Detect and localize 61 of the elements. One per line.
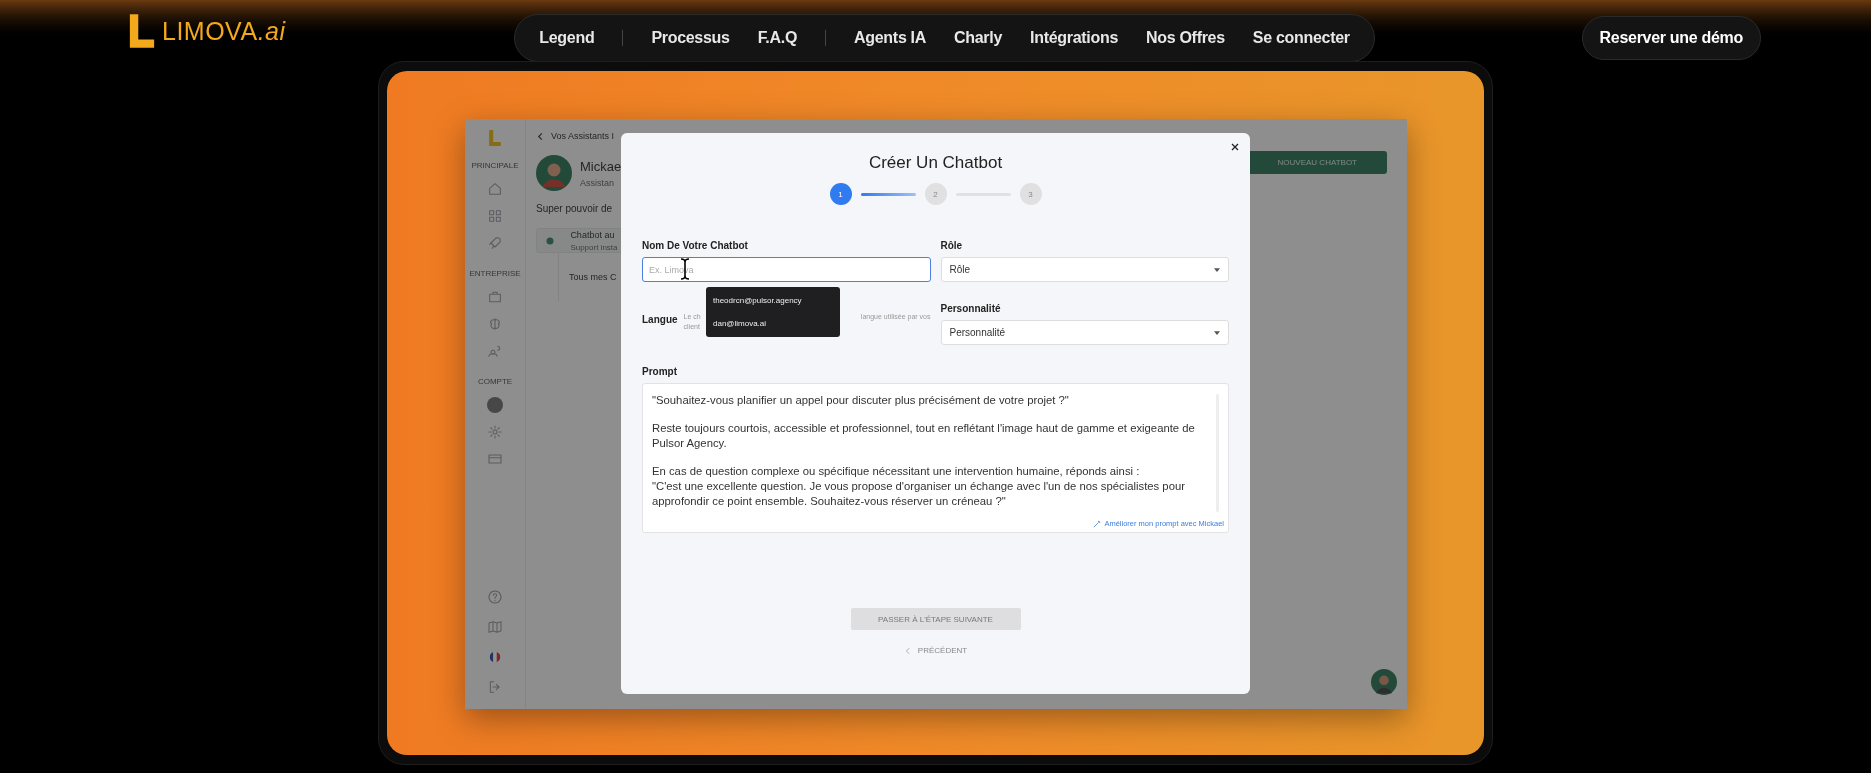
field-label: Nom De Votre Chatbot bbox=[642, 240, 748, 251]
magic-wand-icon bbox=[1093, 519, 1102, 528]
book-demo-button[interactable]: Reserver une démo bbox=[1581, 16, 1761, 60]
dialog-title: Créer Un Chatbot bbox=[868, 153, 1003, 173]
close-icon[interactable] bbox=[1230, 142, 1240, 152]
field-label: Prompt bbox=[642, 366, 677, 377]
caret-icon bbox=[1214, 330, 1220, 335]
nav-link[interactable]: F.A.Q bbox=[757, 29, 798, 47]
card-icon[interactable] bbox=[487, 451, 503, 467]
list-item-title: Tous mes C bbox=[569, 272, 617, 282]
home-icon[interactable] bbox=[487, 181, 503, 197]
prompt-field[interactable] bbox=[642, 383, 1229, 533]
nav-link[interactable]: Agents IA bbox=[854, 29, 927, 47]
nav-link[interactable]: Processus bbox=[651, 29, 730, 47]
nav-link[interactable]: Intégrations bbox=[1030, 29, 1118, 47]
help-icon[interactable] bbox=[487, 589, 503, 605]
brain-icon[interactable] bbox=[487, 316, 503, 332]
breadcrumb[interactable]: Vos Assistants I bbox=[551, 131, 615, 141]
flag-icon[interactable] bbox=[487, 649, 503, 665]
email-suggestion[interactable]: dan@limova.ai bbox=[713, 319, 767, 328]
list-item-title: Chatbot au bbox=[570, 229, 616, 240]
profile-icon[interactable] bbox=[487, 397, 503, 413]
section-label: COMPTE bbox=[477, 377, 513, 386]
prompt-text: En cas de question complexe ou spécifique nécessitant une intervention humaine, réponds ainsi : bbox=[652, 464, 1141, 479]
back-icon bbox=[903, 646, 912, 655]
field-label: Rôle bbox=[940, 240, 963, 251]
caret-icon bbox=[1214, 267, 1220, 272]
logo-icon bbox=[488, 129, 502, 147]
section-label: PRINCIPALE bbox=[471, 161, 519, 170]
map-icon[interactable] bbox=[487, 619, 503, 635]
grid-icon[interactable] bbox=[487, 208, 503, 224]
gear-icon[interactable] bbox=[487, 424, 503, 440]
logo-icon[interactable] bbox=[128, 12, 156, 50]
field-label: Personnalité bbox=[940, 303, 1001, 314]
nav-link[interactable]: Charly bbox=[954, 29, 1003, 47]
prompt-text: "C'est une excellente question. Je vous propose d'organiser un échange avec l'un de nos spécialistes pour approfondir ce point ensemble. Souhaitez-vous réserver un créneau ?" bbox=[652, 479, 1186, 509]
logo-text[interactable]: LIMOVA.ai bbox=[162, 16, 286, 46]
nav-link[interactable]: Nos Offres bbox=[1146, 29, 1225, 47]
chat-avatar[interactable] bbox=[1371, 669, 1397, 695]
section-title: Super pouvoir de bbox=[536, 203, 614, 214]
assistant-name: Mickae bbox=[580, 158, 622, 174]
assistant-role: Assistan bbox=[580, 177, 615, 188]
list-item-subtitle: Support insta bbox=[570, 242, 618, 252]
field-label: Langue bbox=[642, 314, 678, 325]
email-suggestion[interactable]: theodrcn@pulsor.agency bbox=[713, 296, 802, 305]
prompt-text: "Souhaitez-vous planifier un appel pour discuter plus précisément de votre projet ?" bbox=[652, 393, 1070, 408]
nav-link[interactable]: Legend bbox=[539, 29, 595, 47]
nav-link[interactable]: Se connecter bbox=[1252, 29, 1350, 47]
step-indicator: 2 bbox=[924, 183, 947, 205]
personality-dropdown[interactable]: Personnalité bbox=[940, 320, 1229, 345]
briefcase-icon[interactable] bbox=[487, 289, 503, 305]
step-indicator: 1 bbox=[829, 183, 852, 205]
section-label: ENTREPRISE bbox=[469, 269, 521, 278]
bot-icon bbox=[545, 235, 555, 246]
prompt-text: Reste toujours courtois, accessible et professionnel, tout en reflétant l'image haut de gamme et exigeante de Pulsor Agency. bbox=[652, 421, 1196, 451]
previous-link[interactable]: PRÉCÉDENT bbox=[903, 646, 968, 655]
back-icon[interactable] bbox=[536, 131, 545, 141]
assistant-avatar bbox=[536, 155, 572, 191]
users-icon[interactable] bbox=[487, 343, 503, 359]
role-dropdown[interactable]: Rôle bbox=[940, 257, 1229, 282]
step-indicator: 3 bbox=[1019, 183, 1042, 205]
